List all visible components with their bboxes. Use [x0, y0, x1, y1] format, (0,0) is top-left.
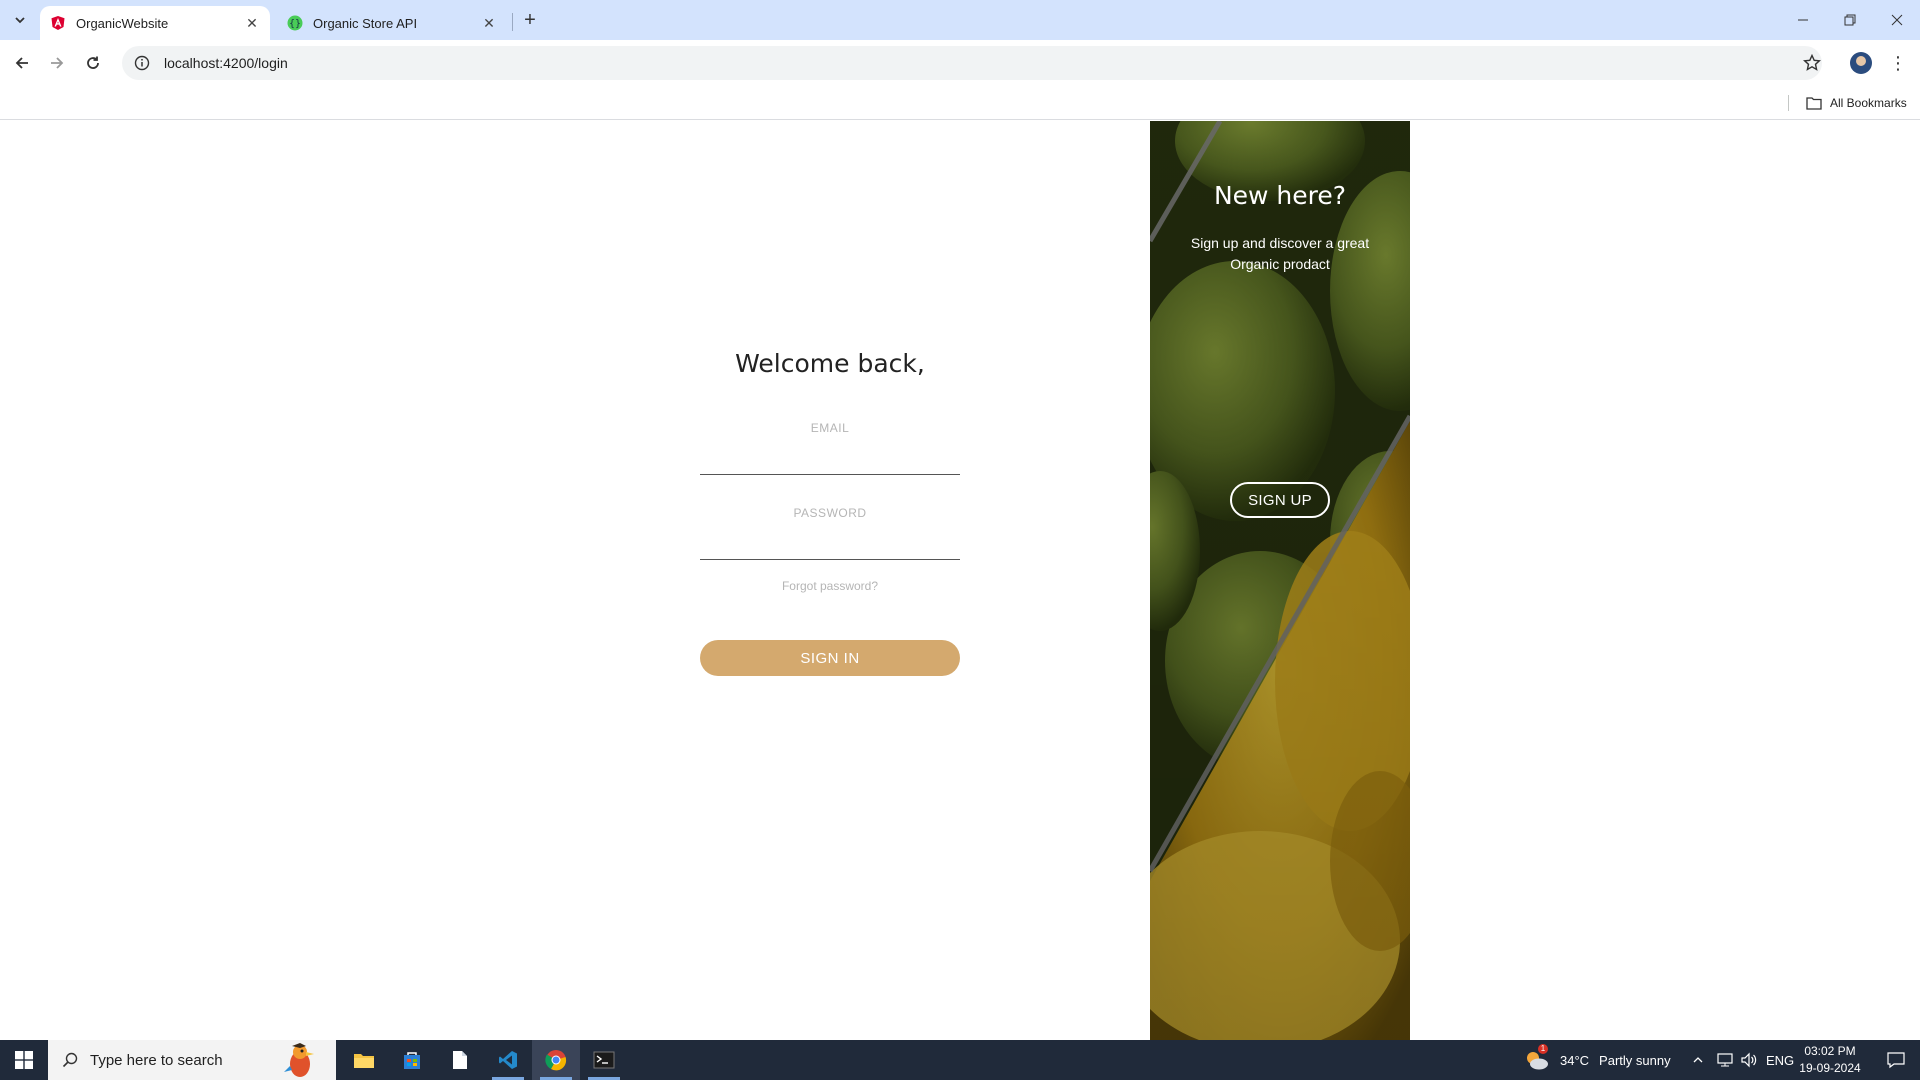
search-highlight-bird-icon	[284, 1043, 314, 1077]
signup-promo-panel: New here? Sign up and discover a great O…	[1150, 121, 1410, 1040]
angular-icon	[51, 16, 65, 30]
store-bag-icon	[404, 1052, 420, 1069]
taskbar-vscode[interactable]	[484, 1040, 532, 1080]
reload-icon	[87, 56, 99, 69]
restore-button[interactable]	[1827, 0, 1873, 40]
new-tab-button[interactable]: +	[518, 8, 542, 32]
promo-subtitle: Sign up and discover a great Organic pro…	[1190, 235, 1370, 272]
svg-text:{}: {}	[289, 19, 301, 30]
minimize-icon	[1798, 19, 1808, 21]
document-icon	[453, 1051, 467, 1069]
bookmarks-divider	[1788, 95, 1789, 111]
login-form: Welcome back, EMAIL PASSWORD Forgot pass…	[700, 121, 960, 1040]
windows-logo-icon	[15, 1051, 33, 1069]
taskbar-search-box[interactable]: Type here to search	[48, 1040, 336, 1080]
taskbar-notepad[interactable]	[436, 1040, 484, 1080]
arrow-left-icon	[15, 57, 28, 69]
tab-search-button[interactable]	[8, 8, 32, 32]
browser-menu-icon[interactable]: ⋮	[1888, 51, 1908, 75]
forgot-password-link[interactable]: Forgot password?	[700, 579, 960, 593]
close-icon	[1891, 14, 1903, 26]
notification-icon	[1887, 1052, 1905, 1069]
email-field[interactable]	[700, 447, 960, 475]
forward-button[interactable]	[45, 51, 69, 75]
close-icon[interactable]: ✕	[481, 15, 497, 31]
sign-up-button[interactable]: SIGN UP	[1230, 482, 1330, 518]
network-icon[interactable]	[1716, 1040, 1734, 1080]
all-bookmarks-label: All Bookmarks	[1830, 96, 1907, 110]
profile-avatar[interactable]	[1850, 52, 1872, 74]
system-clock[interactable]: 03:02 PM 19-09-2024	[1790, 1043, 1870, 1077]
tab-organic-store-api[interactable]: {} Organic Store API ✕	[277, 6, 507, 40]
search-icon	[62, 1052, 78, 1068]
all-bookmarks-button[interactable]: All Bookmarks	[1806, 93, 1907, 113]
windows-taskbar: Type here to search 1 34°C Partly sunny …	[0, 1040, 1920, 1080]
weather-condition: Partly sunny	[1599, 1052, 1671, 1068]
restore-icon	[1844, 14, 1856, 26]
login-page: Welcome back, EMAIL PASSWORD Forgot pass…	[0, 121, 1920, 1040]
start-button[interactable]	[0, 1040, 48, 1080]
swagger-icon: {}	[287, 15, 303, 31]
close-icon[interactable]: ✕	[244, 15, 260, 31]
taskbar-file-explorer[interactable]	[340, 1040, 388, 1080]
taskbar-store[interactable]	[388, 1040, 436, 1080]
clock-time: 03:02 PM	[1804, 1044, 1856, 1058]
login-heading: Welcome back,	[735, 349, 925, 378]
tab-title: OrganicWebsite	[76, 15, 169, 31]
browser-toolbar: localhost:4200/login	[0, 40, 1920, 86]
reload-button[interactable]	[81, 51, 105, 75]
bookmark-star-icon[interactable]	[1800, 51, 1824, 75]
show-hidden-icons-button[interactable]	[1692, 1040, 1704, 1080]
back-button[interactable]	[10, 51, 34, 75]
chevron-down-icon	[15, 17, 25, 24]
folder-icon	[354, 1054, 374, 1068]
tab-divider	[512, 13, 513, 31]
tab-title: Organic Store API	[313, 15, 418, 31]
clock-date: 19-09-2024	[1799, 1061, 1861, 1075]
notification-center-button[interactable]	[1872, 1040, 1920, 1080]
email-label: EMAIL	[810, 421, 850, 435]
tab-organic-website[interactable]: OrganicWebsite ✕	[40, 6, 270, 40]
bookmarks-bar: All Bookmarks	[0, 86, 1920, 120]
password-label: PASSWORD	[793, 506, 867, 520]
weather-temperature: 34°C	[1560, 1052, 1590, 1068]
terminal-icon	[593, 1051, 615, 1069]
info-icon[interactable]	[132, 53, 152, 73]
window-close-button[interactable]	[1874, 0, 1920, 40]
weather-badge: 1	[1538, 1044, 1548, 1054]
search-placeholder: Type here to search	[90, 1051, 223, 1069]
volume-icon[interactable]	[1740, 1040, 1758, 1080]
address-bar[interactable]: localhost:4200/login	[122, 46, 1822, 80]
sign-in-button[interactable]: SIGN IN	[700, 640, 960, 676]
taskbar-chrome[interactable]	[532, 1040, 580, 1080]
promo-title: New here?	[1213, 181, 1347, 210]
taskbar-terminal[interactable]	[580, 1040, 628, 1080]
url-text: localhost:4200/login	[164, 55, 288, 71]
password-field[interactable]	[700, 532, 960, 560]
weather-widget[interactable]: 1 34°C Partly sunny	[1524, 1040, 1671, 1080]
folder-icon	[1806, 97, 1822, 110]
arrow-right-icon	[51, 57, 64, 69]
minimize-button[interactable]	[1780, 0, 1826, 40]
browser-tab-strip: OrganicWebsite ✕ {} Organic Store API ✕ …	[0, 0, 1920, 40]
vscode-icon	[499, 1051, 517, 1069]
chrome-icon	[545, 1050, 567, 1071]
chevron-up-icon	[1693, 1057, 1703, 1063]
